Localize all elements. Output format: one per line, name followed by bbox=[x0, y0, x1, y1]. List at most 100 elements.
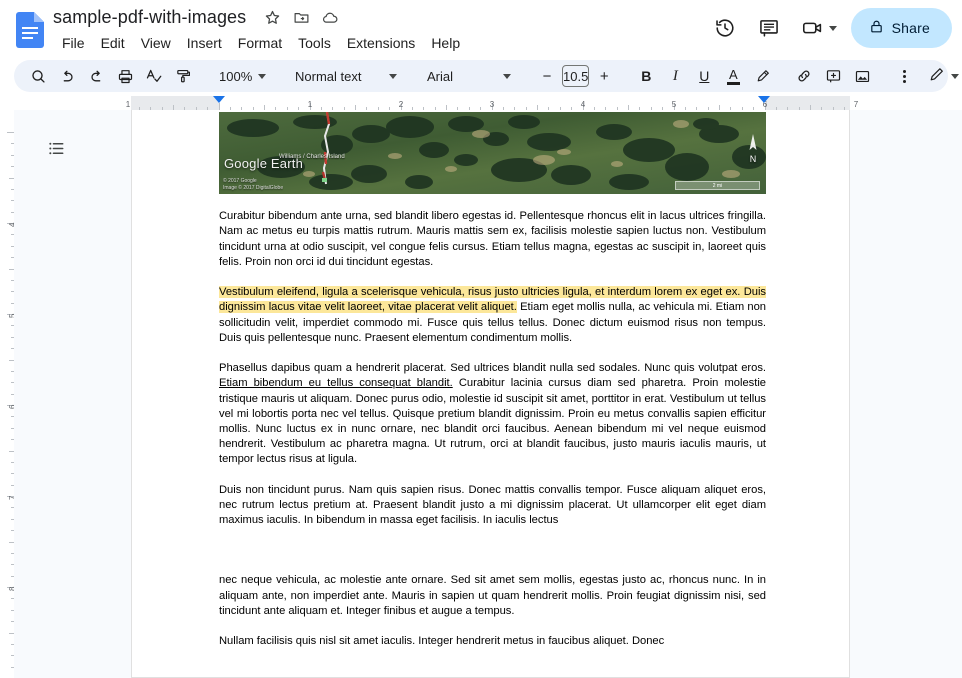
menu-help[interactable]: Help bbox=[423, 32, 468, 54]
zoom-selector[interactable]: 100% bbox=[211, 62, 273, 90]
share-button-label: Share bbox=[891, 20, 930, 36]
menu-bar: File Edit View Insert Format Tools Exten… bbox=[54, 32, 468, 54]
meet-chevron-down-icon[interactable] bbox=[828, 25, 837, 31]
left-margin-band bbox=[131, 96, 219, 110]
undo-icon[interactable] bbox=[53, 62, 81, 90]
google-docs-window: sample-pdf-with-images File Edit View In… bbox=[0, 0, 962, 678]
scale-bar: 2 mi bbox=[675, 181, 760, 190]
ruler-number: 1 bbox=[125, 100, 131, 109]
paint-format-icon[interactable] bbox=[169, 62, 197, 90]
image-credit: © 2017 Google Image © 2017 DigitalGlobe bbox=[223, 178, 283, 192]
kebab-icon bbox=[902, 69, 906, 83]
paragraph-4[interactable]: Duis non tincidunt purus. Nam quis sapie… bbox=[219, 483, 766, 529]
meet-camera-icon[interactable] bbox=[793, 8, 833, 48]
text-color-icon: A bbox=[726, 66, 740, 85]
body-text: Nullam facilisis quis nisl sit amet iacu… bbox=[219, 635, 665, 648]
italic-label: I bbox=[672, 67, 678, 84]
increase-font-size-button[interactable]: + bbox=[590, 62, 618, 90]
font-size-input[interactable]: 10.5 bbox=[562, 65, 590, 87]
ruler-tick bbox=[219, 103, 220, 110]
underline-button[interactable]: U bbox=[690, 62, 718, 90]
ruler-number: 3 bbox=[489, 100, 495, 109]
move-folder-icon[interactable] bbox=[291, 8, 311, 28]
share-button[interactable]: Share bbox=[850, 8, 952, 48]
cloud-saved-icon[interactable] bbox=[320, 8, 340, 28]
title-icon-group bbox=[262, 8, 340, 28]
paragraph-style-selector[interactable]: Normal text bbox=[287, 62, 405, 90]
docs-logo-icon[interactable] bbox=[16, 12, 44, 48]
insert-image-icon[interactable] bbox=[848, 62, 876, 90]
lock-icon bbox=[869, 19, 884, 37]
decrease-font-size-label: − bbox=[542, 67, 552, 85]
page-content: Williams / Charles Island Google Earth ©… bbox=[219, 112, 766, 649]
menu-insert[interactable]: Insert bbox=[179, 32, 230, 54]
ruler-number: 5 bbox=[671, 100, 677, 109]
menu-tools[interactable]: Tools bbox=[290, 32, 339, 54]
insert-link-icon[interactable] bbox=[790, 62, 818, 90]
menu-file[interactable]: File bbox=[54, 32, 93, 54]
paragraph-3[interactable]: Phasellus dapibus quam a hendrerit place… bbox=[219, 361, 766, 467]
image-credit-line-1: © 2017 Google bbox=[223, 178, 257, 184]
menu-edit[interactable]: Edit bbox=[93, 32, 133, 54]
decrease-font-size-button[interactable]: − bbox=[533, 62, 561, 90]
vertical-ruler[interactable]: 45678 bbox=[0, 110, 14, 678]
font-size-value: 10.5 bbox=[563, 68, 589, 84]
svg-text:N: N bbox=[750, 154, 757, 164]
underlined-text: Etiam bibendum eu tellus consequat bland… bbox=[219, 377, 453, 390]
star-icon[interactable] bbox=[262, 8, 282, 28]
chevron-down-icon bbox=[503, 73, 511, 79]
bold-button[interactable]: B bbox=[632, 62, 660, 90]
chevron-down-icon bbox=[258, 73, 267, 79]
ruler-number: 7 bbox=[853, 100, 859, 109]
title-row: sample-pdf-with-images bbox=[53, 7, 340, 28]
zoom-value: 100% bbox=[219, 68, 253, 84]
google-earth-satellite-image[interactable]: Williams / Charles Island Google Earth ©… bbox=[219, 112, 766, 194]
show-outline-button[interactable] bbox=[36, 128, 76, 168]
version-history-icon[interactable] bbox=[705, 8, 745, 48]
paragraph-6[interactable]: Nullam facilisis quis nisl sit amet iacu… bbox=[219, 634, 766, 649]
paragraph-5[interactable]: nec neque vehicula, ac molestie ante orn… bbox=[219, 573, 766, 619]
document-title[interactable]: sample-pdf-with-images bbox=[53, 7, 246, 28]
horizontal-ruler-track: 11234567 bbox=[0, 96, 962, 110]
text-color-swatch bbox=[726, 81, 740, 85]
paragraph-style-value: Normal text bbox=[295, 68, 362, 84]
pencil-icon bbox=[928, 66, 945, 86]
horizontal-ruler[interactable]: 11234567 bbox=[0, 96, 962, 110]
paragraph-2[interactable]: Vestibulum eleifend, ligula a scelerisqu… bbox=[219, 285, 766, 346]
highlight-color-icon[interactable] bbox=[748, 62, 776, 90]
body-text: Curabitur lacinia cursus diam sed pharet… bbox=[219, 377, 766, 466]
bold-label: B bbox=[641, 68, 652, 84]
image-credit-line-2: Image © 2017 DigitalGlobe bbox=[223, 185, 284, 191]
ruler-number: 1 bbox=[307, 100, 313, 109]
italic-button[interactable]: I bbox=[661, 62, 689, 90]
redo-icon[interactable] bbox=[82, 62, 110, 90]
search-icon[interactable] bbox=[24, 62, 52, 90]
ruler-number: 2 bbox=[398, 100, 404, 109]
body-text: Duis non tincidunt purus. Nam quis sapie… bbox=[219, 483, 766, 527]
left-indent-marker[interactable] bbox=[213, 96, 225, 103]
document-workspace: Williams / Charles Island Google Earth ©… bbox=[14, 110, 962, 678]
add-comment-icon[interactable] bbox=[819, 62, 847, 90]
right-margin-band bbox=[764, 96, 850, 110]
editing-mode-selector[interactable] bbox=[920, 62, 962, 90]
text-color-button[interactable]: A bbox=[719, 62, 747, 90]
ruler-tick bbox=[7, 132, 14, 133]
ruler-number: 4 bbox=[580, 100, 586, 109]
body-text: nec neque vehicula, ac molestie ante orn… bbox=[219, 574, 766, 617]
menu-format[interactable]: Format bbox=[230, 32, 290, 54]
document-page[interactable]: Williams / Charles Island Google Earth ©… bbox=[131, 110, 850, 678]
comment-history-icon[interactable] bbox=[749, 8, 789, 48]
chevron-down-icon bbox=[951, 73, 960, 79]
header-actions: Share bbox=[705, 8, 952, 48]
menu-view[interactable]: View bbox=[133, 32, 179, 54]
menu-extensions[interactable]: Extensions bbox=[339, 32, 423, 54]
font-family-selector[interactable]: Arial bbox=[419, 62, 519, 90]
meet-group bbox=[793, 8, 841, 48]
spellcheck-icon[interactable] bbox=[140, 62, 168, 90]
more-options-icon[interactable] bbox=[890, 62, 918, 90]
underline-label: U bbox=[699, 68, 710, 84]
paragraph-1[interactable]: Curabitur bibendum ante urna, sed blandi… bbox=[219, 209, 766, 270]
right-indent-marker[interactable] bbox=[758, 96, 770, 103]
print-icon[interactable] bbox=[111, 62, 139, 90]
text-color-letter: A bbox=[728, 66, 738, 82]
